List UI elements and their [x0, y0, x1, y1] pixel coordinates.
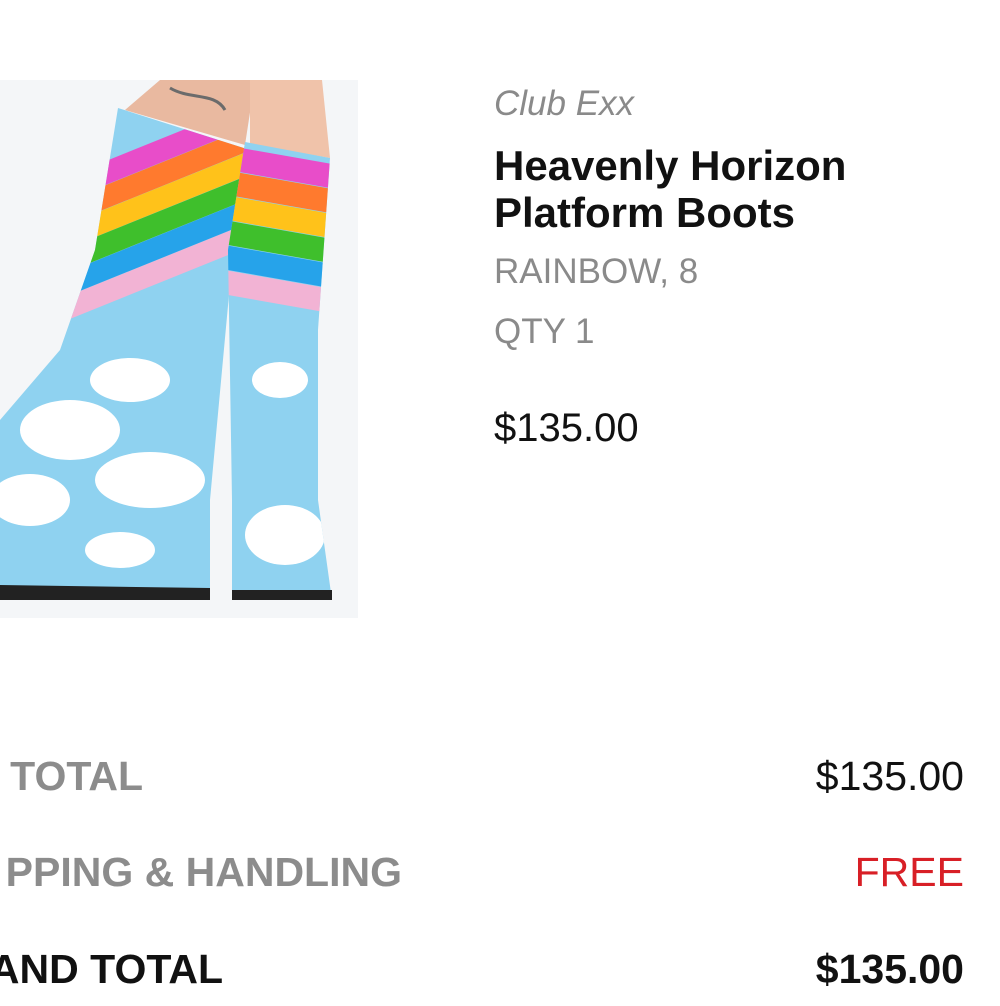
grand-total-value: $135.00 — [815, 946, 964, 992]
product-image[interactable] — [0, 80, 358, 618]
shipping-label: PPING & HANDLING — [5, 849, 402, 895]
product-variant: RAINBOW, 8 — [494, 252, 699, 291]
shipping-row: PPING & HANDLING FREE — [0, 849, 1000, 909]
shipping-value: FREE — [854, 849, 964, 895]
subtotal-label: TOTAL — [10, 753, 143, 799]
product-quantity: QTY 1 — [494, 312, 595, 351]
subtotal-row: TOTAL $135.00 — [0, 753, 1000, 813]
grand-total-label: AND TOTAL — [0, 946, 223, 992]
product-price: $135.00 — [494, 406, 639, 450]
product-title[interactable]: Heavenly Horizon Platform Boots — [494, 142, 954, 236]
platform-boots-photo — [0, 80, 332, 600]
product-brand[interactable]: Club Exx — [494, 84, 634, 124]
grand-total-row: AND TOTAL $135.00 — [0, 946, 1000, 1006]
subtotal-value: $135.00 — [815, 753, 964, 799]
